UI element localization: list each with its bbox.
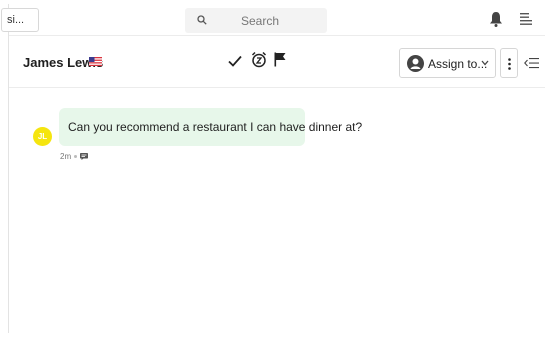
bell-icon[interactable]	[489, 11, 503, 27]
top-bar: si... Search	[1, 4, 545, 36]
search-icon	[197, 15, 207, 25]
list-icon[interactable]	[520, 12, 532, 26]
us-flag-icon	[89, 57, 102, 66]
alarm-clock-icon[interactable]	[251, 51, 267, 68]
workspace-selector[interactable]: si...	[1, 8, 39, 32]
assign-label: Assign to...	[428, 57, 488, 71]
assign-dropdown[interactable]: Assign to...	[399, 48, 496, 78]
chevron-down-icon	[481, 60, 489, 66]
contact-avatar: JL	[33, 127, 52, 146]
message-list: JL Can you recommend a restaurant I can …	[9, 89, 545, 333]
vertical-dots-icon	[508, 58, 511, 70]
flag-icon[interactable]	[274, 52, 286, 67]
search-placeholder: Search	[241, 14, 280, 28]
check-icon[interactable]	[228, 54, 242, 68]
message-time: 2m	[60, 152, 72, 161]
collapse-panel-icon[interactable]	[524, 57, 539, 69]
message-bubble[interactable]: Can you recommend a restaurant I can hav…	[59, 108, 362, 146]
user-circle-icon	[407, 55, 424, 72]
meta-separator	[74, 155, 78, 159]
search-box[interactable]: Search	[185, 8, 327, 33]
chat-icon	[80, 153, 89, 161]
app-frame: si... Search James Lewis Assign to... JL…	[1, 4, 545, 333]
message-meta: 2m	[60, 152, 89, 161]
more-options-button[interactable]	[500, 48, 518, 78]
conversation-header: James Lewis Assign to...	[9, 36, 545, 88]
